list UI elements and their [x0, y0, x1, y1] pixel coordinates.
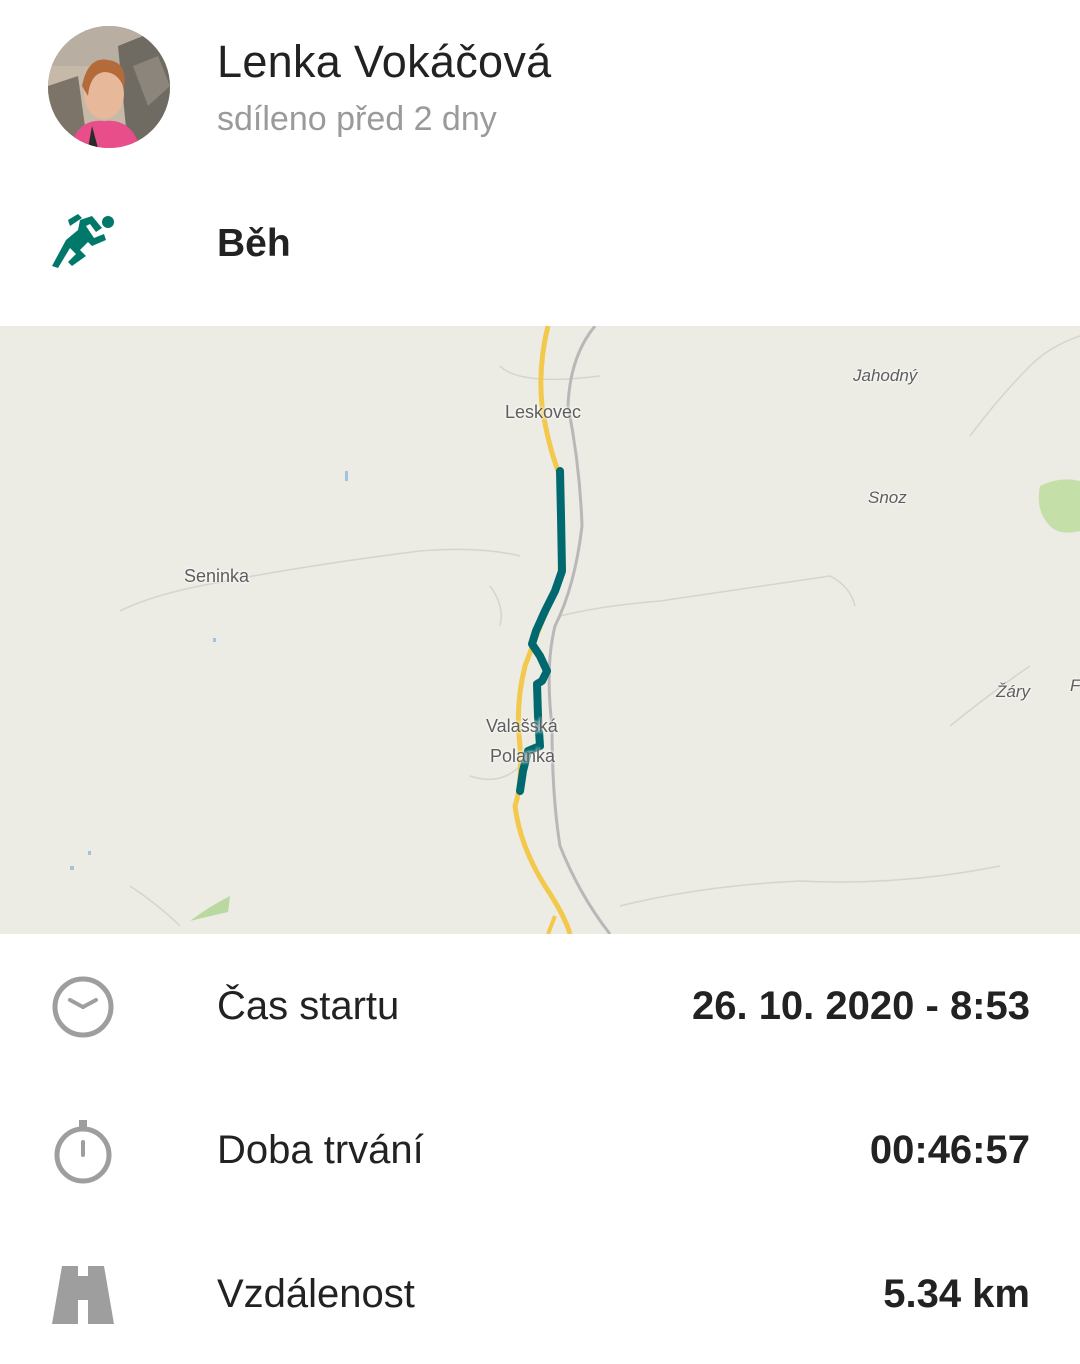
stat-value: 26. 10. 2020 - 8:53	[691, 984, 1030, 1028]
place-label: F	[1070, 676, 1080, 695]
activity-type-row: Běh	[0, 196, 1080, 296]
road-icon	[52, 1266, 114, 1324]
activity-label: Běh	[217, 222, 291, 265]
clock-icon	[52, 976, 114, 1038]
avatar-image	[48, 26, 170, 148]
place-label: Leskovec	[505, 402, 582, 422]
running-person-icon	[52, 214, 114, 268]
stat-row-distance: Vzdálenost 5.34 km	[0, 1234, 1080, 1354]
place-label: Polanka	[490, 746, 556, 766]
shared-timestamp: sdíleno před 2 dny	[217, 100, 497, 138]
place-label: Snoz	[868, 488, 907, 507]
place-label: Valašská	[486, 716, 558, 736]
place-label: Jahodný	[853, 366, 918, 385]
stat-label: Vzdálenost	[217, 1272, 415, 1316]
avatar[interactable]	[48, 26, 170, 148]
route-map[interactable]: Leskovec Seninka Jahodný Snoz Žáry F Val…	[0, 326, 1080, 934]
stopwatch-icon	[54, 1120, 112, 1184]
place-label: Žáry	[996, 682, 1030, 701]
stat-label: Čas startu	[217, 984, 400, 1028]
user-name[interactable]: Lenka Vokáčová	[217, 36, 551, 88]
stat-label: Doba trvání	[217, 1128, 424, 1172]
stat-value: 5.34 km	[883, 1272, 1030, 1316]
stat-value: 00:46:57	[869, 1128, 1030, 1172]
place-label: Seninka	[184, 566, 250, 586]
stat-row-duration: Doba trvání 00:46:57	[0, 1090, 1080, 1210]
post-header: Lenka Vokáčová sdíleno před 2 dny	[0, 0, 1080, 180]
stat-row-start-time: Čas startu 26. 10. 2020 - 8:53	[0, 946, 1080, 1066]
